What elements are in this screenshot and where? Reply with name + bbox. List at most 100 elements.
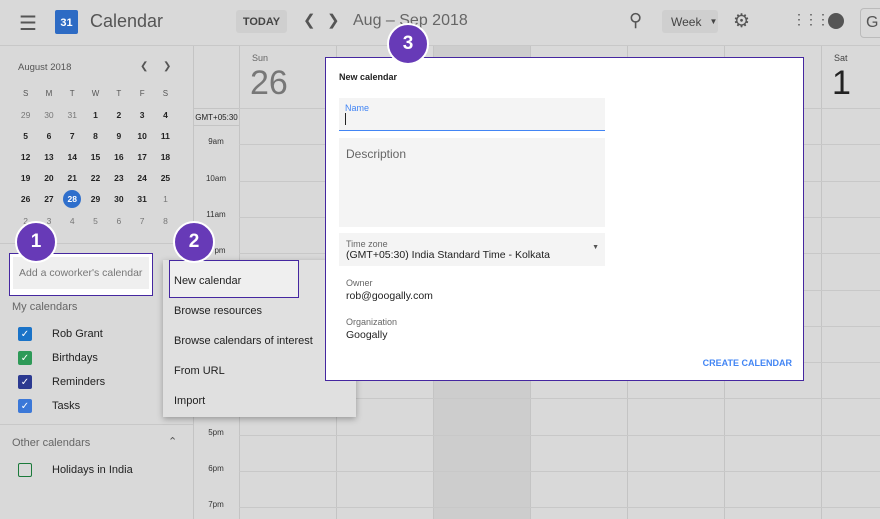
time-label: 9am xyxy=(208,137,224,146)
calendar-item[interactable]: ✓ Rob Grant xyxy=(18,327,103,341)
mini-day[interactable]: 1 xyxy=(84,104,107,125)
mini-day[interactable]: 17 xyxy=(130,146,153,167)
mini-day[interactable]: 8 xyxy=(154,210,177,231)
next-week-button[interactable]: ❯ xyxy=(327,11,340,29)
notifications-icon[interactable] xyxy=(828,13,844,29)
mini-day[interactable]: 6 xyxy=(107,210,130,231)
mini-day[interactable]: 5 xyxy=(84,210,107,231)
mini-day[interactable]: 18 xyxy=(154,146,177,167)
mini-day[interactable]: 9 xyxy=(107,125,130,146)
text-cursor xyxy=(345,113,346,125)
time-label: 10am xyxy=(205,174,226,183)
account-button[interactable]: G xyxy=(860,8,880,38)
mini-day[interactable]: 6 xyxy=(37,125,60,146)
step-badge-3: 3 xyxy=(387,23,429,65)
mini-day[interactable]: 16 xyxy=(107,146,130,167)
checkbox[interactable]: ✓ xyxy=(18,327,32,341)
mini-day[interactable]: 30 xyxy=(37,104,60,125)
timezone-select[interactable]: Time zone (GMT+05:30) India Standard Tim… xyxy=(339,233,605,266)
menu-item-new-calendar-label[interactable]: New calendar xyxy=(174,275,241,287)
mini-day[interactable]: 28 xyxy=(61,189,84,210)
mini-day[interactable]: 27 xyxy=(37,189,60,210)
menu-item-browse-resources[interactable]: Browse resources xyxy=(174,305,262,317)
mini-day[interactable]: 31 xyxy=(61,104,84,125)
step-badge-2: 2 xyxy=(173,221,215,263)
dialog-title: New calendar xyxy=(339,72,398,82)
mini-prev-button[interactable]: ❮ xyxy=(140,61,148,72)
checkbox[interactable]: ✓ xyxy=(18,351,32,365)
menu-icon[interactable]: ☰ xyxy=(19,11,37,36)
mini-day[interactable]: 26 xyxy=(14,189,37,210)
mini-day[interactable]: 24 xyxy=(130,168,153,189)
menu-item-import[interactable]: Import xyxy=(174,395,205,407)
mini-day[interactable]: 4 xyxy=(61,210,84,231)
mini-day[interactable]: 12 xyxy=(14,146,37,167)
weekday-label: S xyxy=(22,88,29,98)
menu-item-from-url[interactable]: From URL xyxy=(174,365,225,377)
calendar-item[interactable]: ✓ Tasks xyxy=(18,399,80,413)
calendar-item[interactable]: Holidays in India xyxy=(18,463,133,477)
prev-week-button[interactable]: ❮ xyxy=(303,11,316,29)
mini-day[interactable]: 10 xyxy=(130,125,153,146)
my-calendars-title[interactable]: My calendars xyxy=(12,301,77,313)
view-selector[interactable]: Week ▼ xyxy=(662,10,718,33)
mini-day[interactable]: 22 xyxy=(84,168,107,189)
mini-next-button[interactable]: ❯ xyxy=(163,61,171,72)
chevron-up-icon[interactable]: ⌃ xyxy=(168,435,177,448)
mini-day[interactable]: 23 xyxy=(107,168,130,189)
mini-day[interactable]: 7 xyxy=(61,125,84,146)
checkbox[interactable]: ✓ xyxy=(18,375,32,389)
calendar-item[interactable]: ✓ Birthdays xyxy=(18,351,98,365)
create-calendar-button[interactable]: CREATE CALENDAR xyxy=(703,358,792,368)
calendar-label: Reminders xyxy=(52,376,106,388)
description-field[interactable]: Description xyxy=(339,138,605,227)
mini-day[interactable]: 15 xyxy=(84,146,107,167)
mini-day[interactable]: 29 xyxy=(14,104,37,125)
mini-day[interactable]: 3 xyxy=(130,104,153,125)
mini-day[interactable]: 2 xyxy=(107,104,130,125)
calendar-label: Tasks xyxy=(52,400,81,412)
organization-value: Googally xyxy=(346,329,388,341)
mini-day[interactable]: 13 xyxy=(37,146,60,167)
day-date-sun[interactable]: 26 xyxy=(250,64,288,103)
other-calendars-title[interactable]: Other calendars xyxy=(12,437,90,449)
weekday-label: F xyxy=(139,88,145,98)
organization-label: Organization xyxy=(346,317,398,327)
timezone-label: GMT+05:30 xyxy=(194,108,239,126)
chevron-down-icon: ▼ xyxy=(709,17,718,26)
time-label: 11am xyxy=(206,210,226,219)
mini-day[interactable]: 1 xyxy=(154,189,177,210)
mini-day[interactable]: 5 xyxy=(14,125,37,146)
checkbox[interactable] xyxy=(18,463,32,477)
hour-line xyxy=(239,507,880,508)
column-divider xyxy=(821,46,822,519)
mini-day[interactable]: 8 xyxy=(84,125,107,146)
mini-day[interactable]: 25 xyxy=(154,168,177,189)
time-label: 7pm xyxy=(208,500,224,509)
gear-icon[interactable]: ⚙ xyxy=(733,10,750,33)
checkbox[interactable]: ✓ xyxy=(18,399,32,413)
hour-line xyxy=(239,435,880,436)
apps-icon[interactable]: ⋮⋮⋮ xyxy=(792,11,830,28)
mini-day[interactable]: 14 xyxy=(61,146,84,167)
mini-day[interactable]: 20 xyxy=(37,168,60,189)
calendar-logo: 31 xyxy=(55,10,78,34)
name-field[interactable]: Name xyxy=(339,98,605,131)
weekday-label: T xyxy=(116,88,122,98)
mini-day[interactable]: 11 xyxy=(154,125,177,146)
mini-day[interactable]: 29 xyxy=(84,189,107,210)
calendar-item[interactable]: ✓ Reminders xyxy=(18,375,105,389)
day-date-sat[interactable]: 1 xyxy=(832,64,851,103)
today-button[interactable]: TODAY xyxy=(236,10,287,33)
mini-day[interactable]: 19 xyxy=(14,168,37,189)
mini-day[interactable]: 30 xyxy=(107,189,130,210)
mini-day[interactable]: 21 xyxy=(61,168,84,189)
app-title: Calendar xyxy=(90,11,164,31)
menu-item-browse-interest[interactable]: Browse calendars of interest xyxy=(174,335,313,347)
mini-day[interactable]: 4 xyxy=(154,104,177,125)
weekday-label: T xyxy=(69,88,75,98)
mini-day[interactable]: 31 xyxy=(130,189,153,210)
selected-day[interactable]: 28 xyxy=(63,190,82,209)
mini-day[interactable]: 7 xyxy=(130,210,153,231)
search-icon[interactable]: ⚲ xyxy=(629,10,642,31)
